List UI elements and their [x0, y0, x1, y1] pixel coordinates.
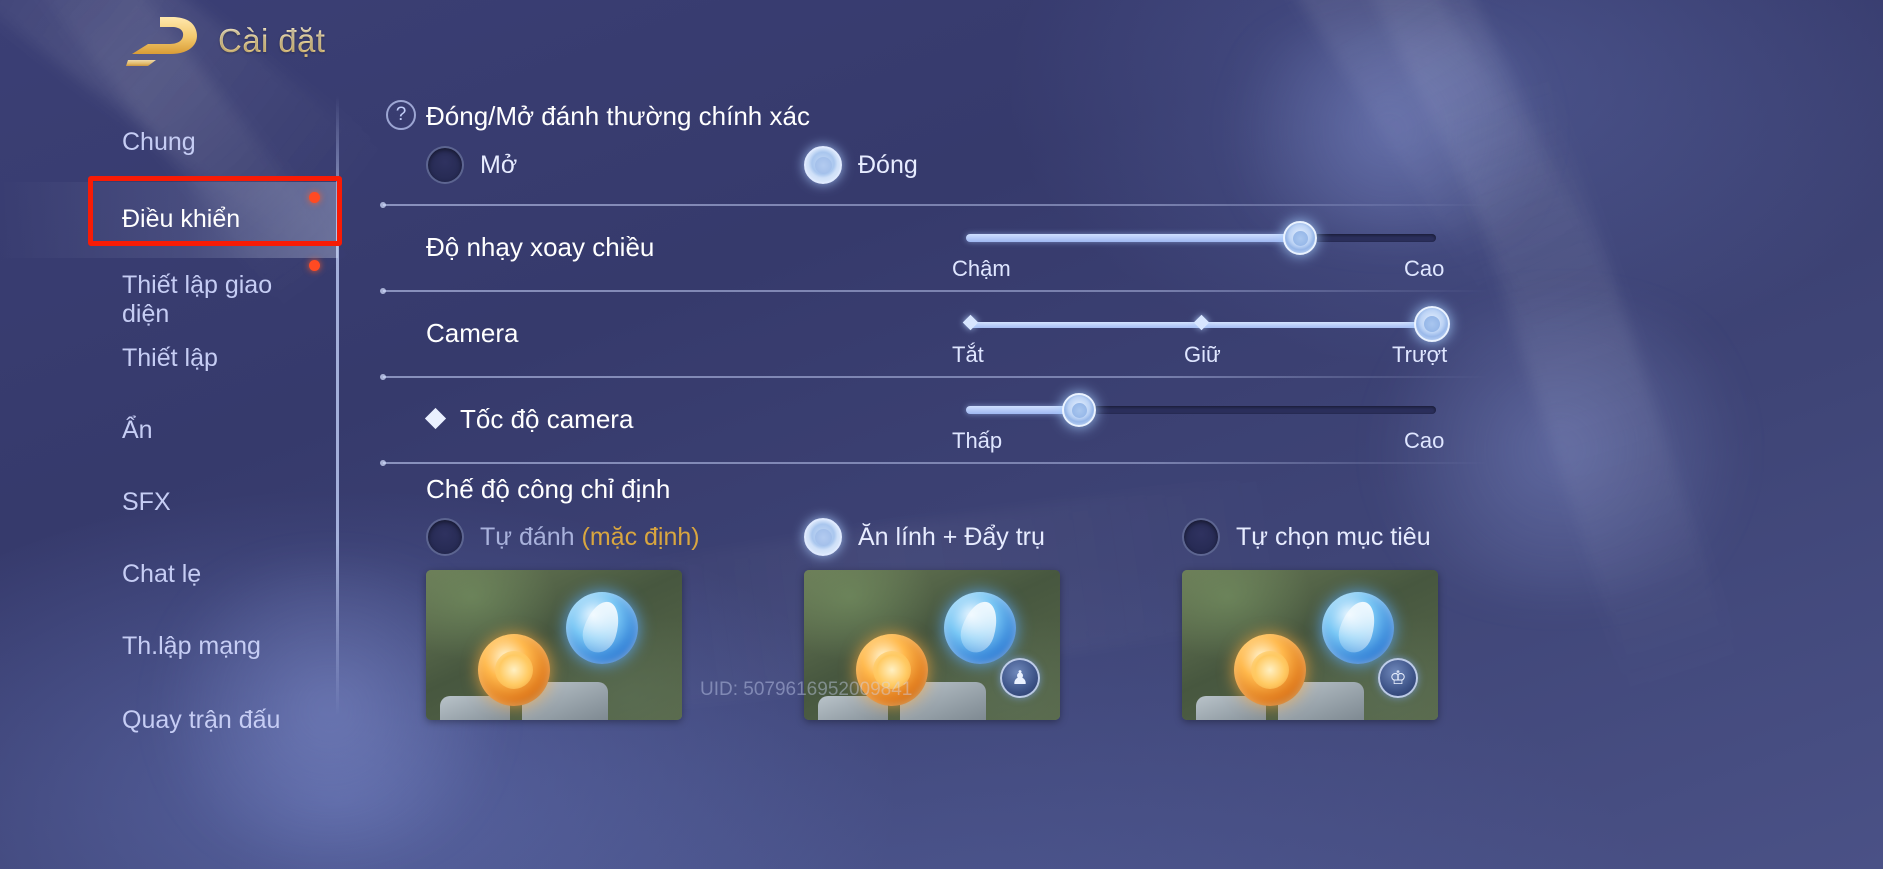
radio-tu-danh-label: Tự đánh (mặc định) — [480, 523, 700, 552]
rotation-sensitivity-max-label: Cao — [1404, 256, 1445, 281]
slider-knob[interactable] — [1062, 393, 1096, 427]
sidebar-item-label: Quay trận đấu — [122, 706, 281, 735]
attack-mode-thumbnail-tu-danh[interactable] — [426, 570, 682, 720]
diamond-bullet-icon — [424, 407, 447, 430]
question-mark-icon[interactable]: ? — [386, 100, 416, 130]
skill-orb-blue — [1322, 592, 1394, 664]
sidebar-item-label: Điều khiển — [122, 205, 241, 234]
camera-knob[interactable] — [1414, 306, 1450, 342]
sidebar-item-label: Chat lẹ — [122, 560, 202, 589]
radio-dong[interactable] — [804, 146, 842, 184]
camera-step-label-giu: Giữ — [1184, 342, 1221, 367]
sidebar-item-thiet-lap[interactable]: Thiết lập — [0, 324, 338, 394]
rotation-sensitivity-min-label: Chậm — [952, 256, 1011, 281]
camera-speed-min-label: Thấp — [952, 428, 1003, 453]
sidebar-item-dieu-khien[interactable]: Điều khiển — [0, 182, 338, 258]
uid-watermark: UID: 5079616952009841 — [700, 679, 913, 700]
slider-fill — [966, 234, 1300, 242]
radio-tu-danh-text: Tự đánh — [480, 523, 575, 551]
main-content: ? Đóng/Mở đánh thường chính xác Mở Đóng … — [338, 0, 1883, 869]
sidebar-item-label: Chung — [122, 128, 196, 157]
sidebar-item-th-lap-mang[interactable]: Th.lập mạng — [0, 612, 338, 682]
camera-step-label-truot: Trượt — [1392, 342, 1448, 367]
helmet-icon: ♔ — [1378, 658, 1418, 698]
skill-orb-gold — [478, 634, 550, 706]
sidebar-item-quay-tran-dau[interactable]: Quay trận đấu — [0, 686, 338, 756]
camera-label: Camera — [426, 318, 519, 348]
attack-mode-section: Chế độ công chỉ định — [338, 474, 1883, 508]
radio-mo-label: Mở — [480, 151, 518, 179]
settings-screen: Cài đặt Chung Điều khiển Thiết lập giao … — [0, 0, 1883, 869]
game-logo-icon — [126, 14, 206, 66]
rotation-sensitivity-label: Độ nhạy xoay chiều — [426, 232, 655, 262]
sidebar-item-chat-le[interactable]: Chat lẹ — [0, 540, 338, 610]
radio-dong-label: Đóng — [858, 151, 918, 179]
radio-an-linh-day-tru-label: Ăn lính + Đẩy trụ — [858, 523, 1045, 551]
radio-tu-chon-muc-tieu-label: Tự chọn mục tiêu — [1236, 523, 1431, 551]
skill-orb-blue — [566, 592, 638, 664]
sidebar-item-chung[interactable]: Chung — [0, 112, 338, 174]
slider-knob[interactable] — [1283, 221, 1317, 255]
slider-track — [1300, 234, 1436, 242]
row-divider — [380, 288, 1488, 294]
camera-speed-slider[interactable] — [966, 393, 1436, 427]
slider-track — [1079, 406, 1436, 414]
notification-dot — [309, 192, 320, 203]
skill-orb-gold — [1234, 634, 1306, 706]
sidebar-item-label: Thiết lập giao diện — [122, 270, 273, 329]
camera-row: Camera Tắt Giữ Trượt — [338, 306, 1883, 378]
radio-tu-danh[interactable] — [426, 518, 464, 556]
page-title: Cài đặt — [218, 22, 326, 59]
sidebar-item-label: Th.lập mạng — [122, 632, 261, 661]
radio-tu-chon-muc-tieu[interactable] — [1182, 518, 1220, 556]
skill-orb-blue — [944, 592, 1016, 664]
camera-slider[interactable] — [962, 306, 1450, 342]
sidebar-item-label: Ẩn — [122, 416, 153, 445]
camera-step-label-tat: Tắt — [952, 342, 984, 367]
attack-mode-title: Chế độ công chỉ định — [426, 474, 671, 504]
radio-mo[interactable] — [426, 146, 464, 184]
camera-speed-max-label: Cao — [1404, 428, 1445, 453]
sidebar-item-label: Thiết lập — [122, 344, 218, 373]
tower-icon: ♟ — [1000, 658, 1040, 698]
sidebar-item-an[interactable]: Ẩn — [0, 396, 338, 466]
row-divider — [380, 460, 1488, 466]
sidebar: Chung Điều khiển Thiết lập giao diện Thi… — [0, 96, 339, 869]
sidebar-item-label: SFX — [122, 488, 171, 517]
basic-attack-section: ? Đóng/Mở đánh thường chính xác — [338, 100, 1883, 134]
notification-dot — [309, 260, 320, 271]
basic-attack-title: Đóng/Mở đánh thường chính xác — [426, 101, 810, 131]
radio-tu-danh-suffix: (mặc định) — [581, 523, 700, 551]
row-divider — [380, 202, 1488, 208]
row-divider — [380, 374, 1488, 380]
attack-mode-thumbnail-tu-chon-muc-tieu[interactable]: ♔ — [1182, 570, 1438, 720]
camera-speed-label: Tốc độ camera — [460, 404, 634, 434]
basic-attack-options: Mở Đóng — [338, 146, 1883, 186]
sidebar-item-sfx[interactable]: SFX — [0, 468, 338, 538]
camera-speed-row: Tốc độ camera Thấp Cao — [338, 393, 1883, 464]
radio-an-linh-day-tru[interactable] — [804, 518, 842, 556]
attack-mode-options: Tự đánh (mặc định) Ăn lính + Đẩy trụ Tự … — [338, 518, 1883, 558]
rotation-sensitivity-row: Độ nhạy xoay chiều Chậm Cao — [338, 221, 1883, 292]
rotation-sensitivity-slider[interactable] — [966, 221, 1436, 255]
